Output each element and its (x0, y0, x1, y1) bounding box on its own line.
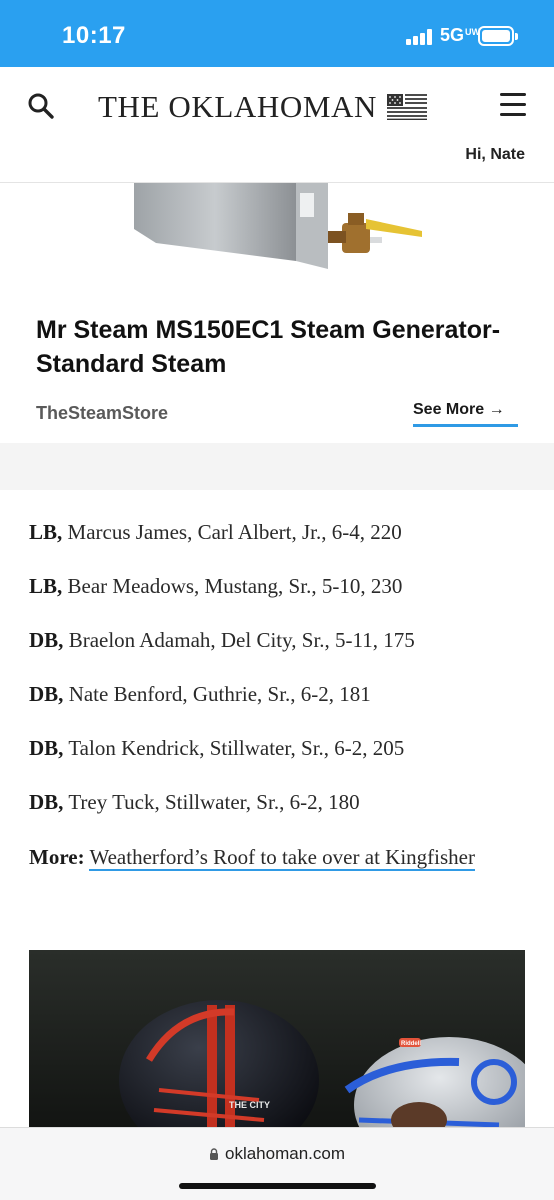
search-icon (28, 93, 54, 119)
roster-position: DB, (29, 682, 64, 706)
site-header: THE OKLAHOMAN Hi, Nate (0, 67, 554, 183)
roster-line: LB, Bear Meadows, Mustang, Sr., 5-10, 23… (29, 574, 402, 599)
roster-player: Trey Tuck, Stillwater, Sr., 6-2, 180 (68, 790, 360, 814)
related-article-link[interactable]: Weatherford’s Roof to take over at Kingf… (89, 845, 475, 871)
us-flag-icon (387, 94, 428, 120)
roster-line: DB, Talon Kendrick, Stillwater, Sr., 6-2… (29, 736, 404, 761)
roster-line: DB, Trey Tuck, Stillwater, Sr., 6-2, 180 (29, 790, 360, 815)
sponsored-ad: Mr Steam MS150EC1 Steam Generator-Standa… (0, 183, 554, 443)
roster-position: DB, (29, 736, 64, 760)
lock-icon (209, 1148, 218, 1160)
search-button[interactable] (26, 91, 56, 121)
roster-player: Talon Kendrick, Stillwater, Sr., 6-2, 20… (68, 736, 405, 760)
browser-address-bar: oklahoman.com (0, 1127, 554, 1200)
ad-title[interactable]: Mr Steam MS150EC1 Steam Generator-Standa… (36, 313, 506, 381)
section-divider (0, 443, 554, 490)
hamburger-menu-button[interactable] (500, 93, 528, 117)
status-bar: 10:17 5GUW (0, 0, 554, 67)
roster-position: DB, (29, 790, 64, 814)
brand-name: THE OKLAHOMAN (98, 89, 378, 124)
roster-position: LB, (29, 574, 63, 598)
more-label: More: (29, 845, 85, 869)
user-greeting[interactable]: Hi, Nate (465, 146, 525, 164)
battery-icon (478, 26, 518, 46)
roster-position: DB, (29, 628, 64, 652)
roster-line: LB, Marcus James, Carl Albert, Jr., 6-4,… (29, 520, 402, 545)
see-more-button[interactable]: See More → (413, 401, 518, 427)
roster-player: Bear Meadows, Mustang, Sr., 5-10, 230 (67, 574, 403, 598)
roster-player: Nate Benford, Guthrie, Sr., 6-2, 181 (68, 682, 371, 706)
url-text: oklahoman.com (224, 1144, 345, 1163)
more-related: More: Weatherford’s Roof to take over at… (29, 840, 509, 874)
home-indicator[interactable] (179, 1183, 376, 1189)
roster-player: Marcus James, Carl Albert, Jr., 6-4, 220 (67, 520, 402, 544)
roster-line: DB, Nate Benford, Guthrie, Sr., 6-2, 181 (29, 682, 371, 707)
article-photo[interactable]: THE CITY Riddell (29, 950, 525, 1130)
network-indicator: 5GUW (440, 25, 481, 45)
ad-source: TheSteamStore (36, 403, 169, 423)
roster-player: Braelon Adamah, Del City, Sr., 5-11, 175 (68, 628, 415, 652)
site-logo[interactable]: THE OKLAHOMAN (98, 87, 428, 127)
roster-position: LB, (29, 520, 63, 544)
roster-line: DB, Braelon Adamah, Del City, Sr., 5-11,… (29, 628, 415, 653)
url-field[interactable]: oklahoman.com (0, 1144, 554, 1164)
helmet-brand-text: Riddell (401, 1041, 421, 1047)
cellular-signal-icon (406, 29, 432, 45)
ad-product-image[interactable] (128, 183, 422, 275)
status-time: 10:17 (62, 22, 126, 49)
helmet-decal-text: THE CITY (229, 1100, 270, 1110)
